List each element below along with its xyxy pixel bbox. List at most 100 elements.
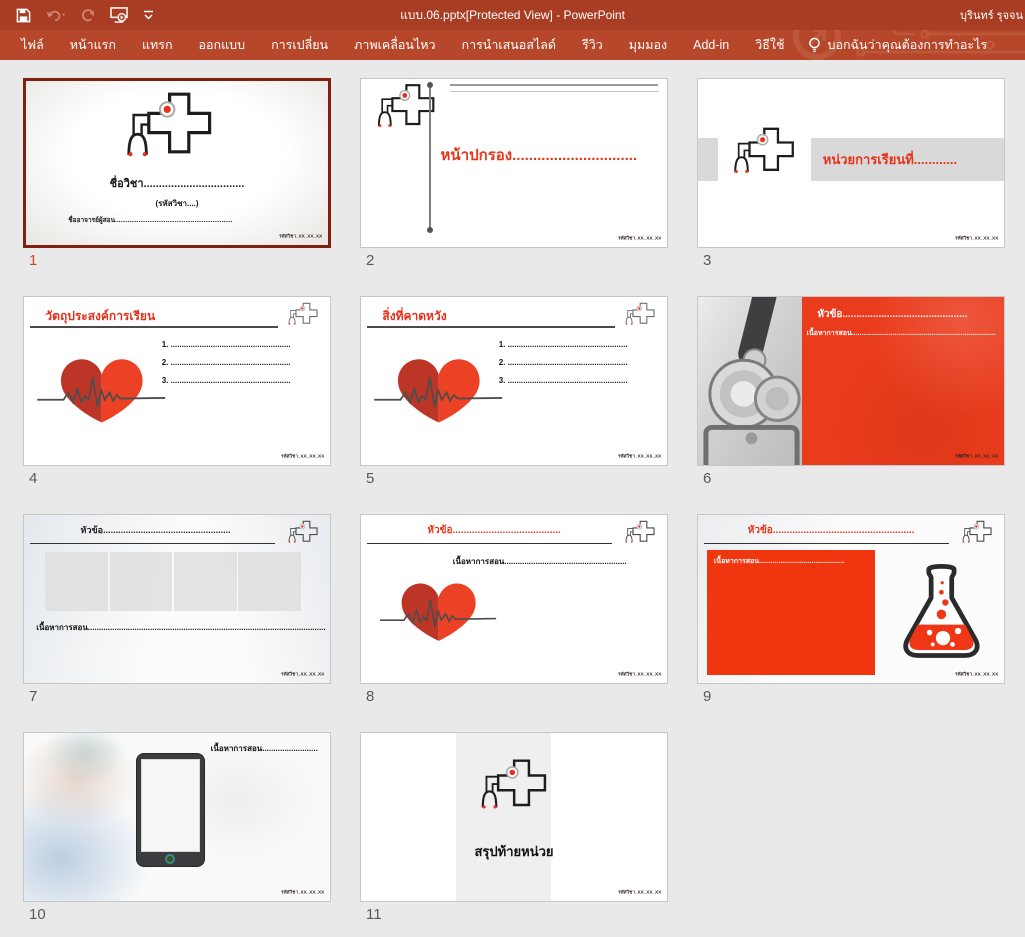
slide9-title: หัวข้อ..................................… <box>698 523 964 538</box>
image-placeholder <box>174 552 237 611</box>
slide-number: 1 <box>29 252 331 269</box>
slide1-course-name: ชื่อวิชา................................… <box>26 174 328 192</box>
slide-thumbnail-8[interactable]: หัวข้อ..................................… <box>360 514 668 684</box>
slide-footer: รหัสวิชา_XX_XX_XX <box>618 452 661 460</box>
tab-view[interactable]: มุมมอง <box>616 30 680 60</box>
slide-cell-8: หัวข้อ..................................… <box>360 514 668 710</box>
slide-grid: ชื่อวิชา................................… <box>23 78 1025 928</box>
slide-number: 4 <box>29 470 331 487</box>
quick-access-toolbar <box>0 7 155 23</box>
medical-cross-stethoscope-logo <box>120 91 224 171</box>
ribbon-tabs: ไฟล์ หน้าแรก แทรก ออกแบบ การเปลี่ยน ภาพเ… <box>0 30 1025 60</box>
slide5-title: สิ่งที่คาดหวัง <box>382 307 446 326</box>
slide-cell-4: วัตถุประสงค์การเรียน 1. ................… <box>23 296 331 492</box>
slide-cell-5: สิ่งที่คาดหวัง 1. ......................… <box>360 296 668 492</box>
title-underline <box>704 543 949 545</box>
slide-footer: รหัสวิชา_XX_XX_XX <box>281 670 324 678</box>
slide-cell-7: หัวข้อ..................................… <box>23 514 331 710</box>
divider-line <box>450 91 658 92</box>
slide-footer: รหัสวิชา_XX_XX_XX <box>955 670 998 678</box>
slide4-list: 1. .....................................… <box>162 336 291 391</box>
slide-footer: รหัสวิชา_XX_XX_XX <box>618 234 661 242</box>
slide-thumbnail-9[interactable]: หัวข้อ..................................… <box>697 514 1005 684</box>
titlebar: แบบ.06.pptx[Protected View] - PowerPoint… <box>0 0 1025 30</box>
slide-number: 10 <box>29 906 331 923</box>
slide-footer: รหัสวิชา_XX_XX_XX <box>955 234 998 242</box>
slide8-title: หัวข้อ..................................… <box>361 523 627 538</box>
tab-transitions[interactable]: การเปลี่ยน <box>258 30 341 60</box>
flask-graphic <box>894 554 989 672</box>
slide-thumbnail-5[interactable]: สิ่งที่คาดหวัง 1. ......................… <box>360 296 668 466</box>
image-placeholder <box>238 552 301 611</box>
slide6-title: หัวข้อ..................................… <box>817 307 967 322</box>
slide-footer: รหัสวิชา_XX_XX_XX <box>955 452 998 460</box>
slide-footer: รหัสวิชา_XX_XX_XX <box>279 233 322 241</box>
tab-review[interactable]: รีวิว <box>569 30 616 60</box>
slide-cell-1: ชื่อวิชา................................… <box>23 78 331 274</box>
slide-cell-2: หน้าปกรอง.............................. … <box>360 78 668 274</box>
redo-icon[interactable] <box>81 8 96 23</box>
title-underline <box>30 543 275 545</box>
tablet-graphic <box>136 753 205 867</box>
slide-number: 7 <box>29 688 331 705</box>
slide-number: 2 <box>366 252 668 269</box>
slide-number: 5 <box>366 470 668 487</box>
slide-thumbnail-4[interactable]: วัตถุประสงค์การเรียน 1. ................… <box>23 296 331 466</box>
vertical-rule <box>429 84 431 230</box>
slide6-body: เนื้อหาการสอน...........................… <box>807 328 996 339</box>
medical-cross-stethoscope-logo <box>476 758 556 820</box>
slide-cell-6: หัวข้อ..................................… <box>697 296 1005 492</box>
stethoscope-photo <box>698 297 802 465</box>
tab-home[interactable]: หน้าแรก <box>57 30 129 60</box>
medical-cross-stethoscope-logo <box>286 520 322 548</box>
slide9-body: เนื้อหาการสอน...........................… <box>714 556 845 567</box>
medical-cross-stethoscope-logo <box>623 302 659 330</box>
title-underline <box>367 543 612 545</box>
tab-insert[interactable]: แทรก <box>129 30 186 60</box>
slide-number: 3 <box>703 252 1005 269</box>
tab-addin[interactable]: Add-in <box>680 30 742 60</box>
slide-thumbnail-7[interactable]: หัวข้อ..................................… <box>23 514 331 684</box>
slide1-teacher-name: ชื่ออาจารย์ผู้สอน.......................… <box>68 215 232 225</box>
slide-thumbnail-10[interactable]: เนื้อหาการสอน......................... ร… <box>23 732 331 902</box>
slide-cell-3: หน่วยการเรียนที่............ รหัสวิชา_XX… <box>697 78 1005 274</box>
tellme-box[interactable]: บอกฉันว่าคุณต้องการทำอะไร <box>798 35 998 55</box>
user-account[interactable]: บุรินทร์ รุจจน <box>960 6 1023 24</box>
save-icon[interactable] <box>16 8 31 23</box>
slide-footer: รหัสวิชา_XX_XX_XX <box>618 670 661 678</box>
medical-cross-stethoscope-logo <box>729 126 803 184</box>
slide-thumbnail-2[interactable]: หน้าปกรอง.............................. … <box>360 78 668 248</box>
red-content-box: เนื้อหาการสอน...........................… <box>707 550 875 674</box>
slide-footer: รหัสวิชา_XX_XX_XX <box>281 452 324 460</box>
tablet-home-button <box>165 854 175 864</box>
red-overlay <box>802 297 1004 465</box>
tablet-screen <box>141 759 200 852</box>
tab-slideshow[interactable]: การนำเสนอสไลด์ <box>449 30 570 60</box>
undo-icon[interactable] <box>45 8 67 23</box>
tab-animations[interactable]: ภาพเคลื่อนไหว <box>341 30 448 60</box>
image-placeholder <box>110 552 173 611</box>
slide3-title: หน่วยการเรียนที่............ <box>811 149 957 170</box>
start-slideshow-icon[interactable] <box>110 7 128 23</box>
slide-thumbnail-1[interactable]: ชื่อวิชา................................… <box>23 78 331 248</box>
slide7-title: หัวข้อ..................................… <box>24 523 287 537</box>
slide-footer: รหัสวิชา_XX_XX_XX <box>618 888 661 896</box>
slide-number: 11 <box>366 906 668 923</box>
slide2-title: หน้าปกรอง.............................. <box>441 143 638 167</box>
slide7-body: เนื้อหาการสอน...........................… <box>36 621 325 634</box>
slide-number: 6 <box>703 470 1005 487</box>
slide-thumbnail-6[interactable]: หัวข้อ..................................… <box>697 296 1005 466</box>
slide-number: 8 <box>366 688 668 705</box>
gray-band-right: หน่วยการเรียนที่............ <box>811 138 1004 182</box>
slide-thumbnail-3[interactable]: หน่วยการเรียนที่............ รหัสวิชา_XX… <box>697 78 1005 248</box>
medical-cross-stethoscope-logo <box>373 83 443 137</box>
customize-qat-icon[interactable] <box>142 9 155 21</box>
tab-help[interactable]: วิธีใช้ <box>742 30 797 60</box>
gray-band-left <box>698 138 718 182</box>
tab-file[interactable]: ไฟล์ <box>8 30 57 60</box>
slide-thumbnail-11[interactable]: สรุปท้ายหน่วย รหัสวิชา_XX_XX_XX <box>360 732 668 902</box>
tab-design[interactable]: ออกแบบ <box>186 30 259 60</box>
slide-footer: รหัสวิชา_XX_XX_XX <box>281 888 324 896</box>
title-underline <box>367 326 615 328</box>
medical-cross-stethoscope-logo <box>623 520 659 548</box>
